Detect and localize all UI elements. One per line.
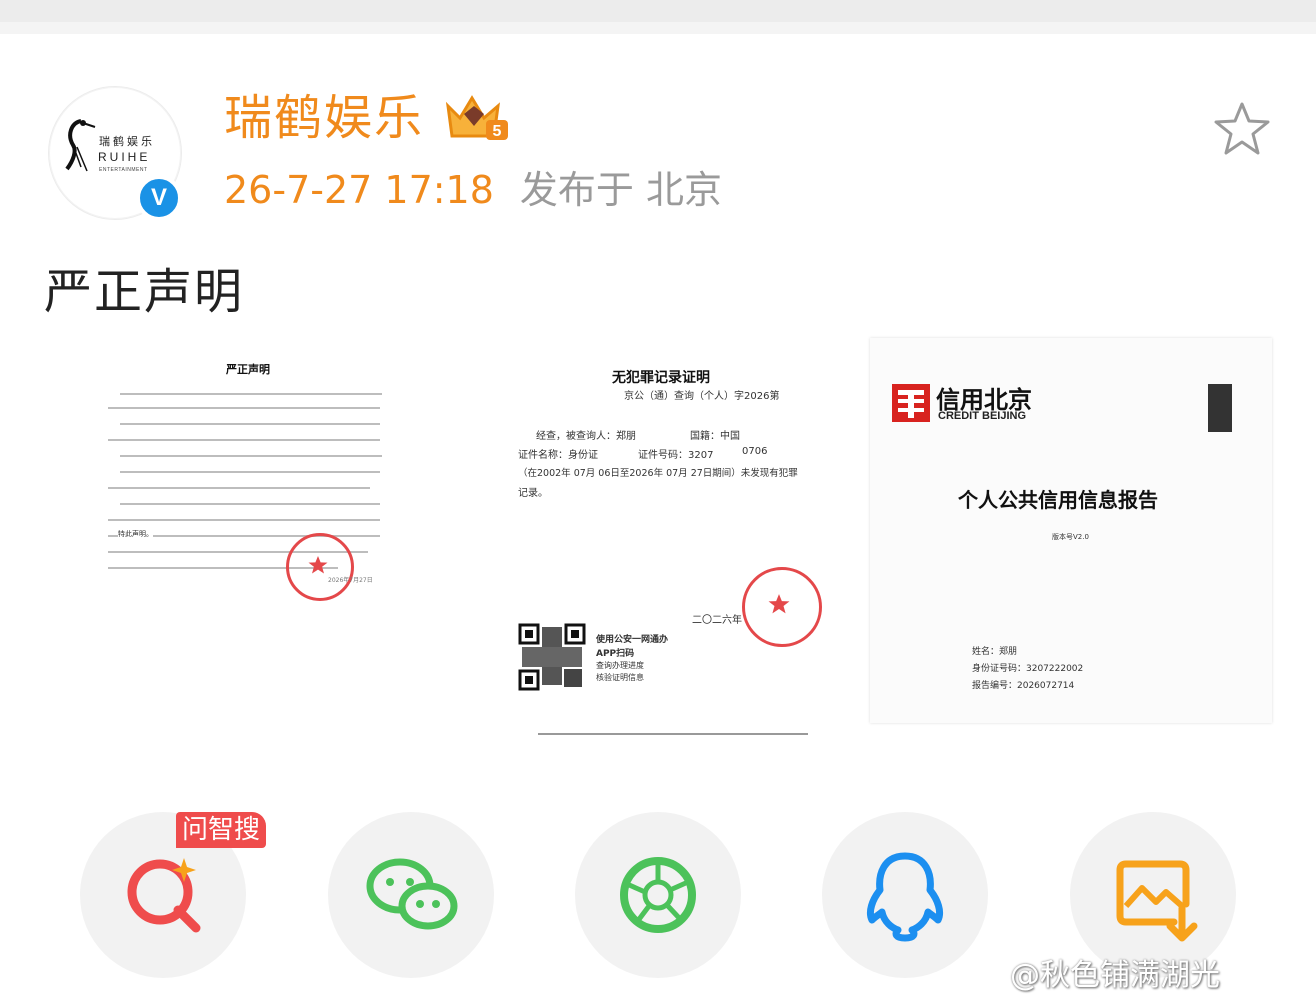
text-line	[108, 519, 380, 521]
qr-line2: APP扫码	[596, 649, 635, 659]
record-nationality: 国籍：中国	[690, 431, 740, 442]
record-line3: （在2002年 07月 06日至2026年 07月 27日期间）未发现有犯罪	[518, 468, 798, 479]
text-line	[120, 393, 382, 395]
post-title: 严正声明	[44, 264, 245, 320]
crown-level-icon[interactable]: 5	[442, 92, 512, 144]
credit-name: 姓名：郑朋	[972, 647, 1018, 657]
avatar-logo-cn: 瑞鹤娱乐	[99, 135, 155, 148]
footnote-line	[538, 733, 808, 735]
record-line2: 证件名称：身份证	[518, 450, 598, 461]
text-line	[120, 423, 380, 425]
image-no-criminal-record[interactable]: 无犯罪记录证明 京公（通）查询（个人）字2026第 经查，被查询人：郑朋 国籍：…	[510, 345, 840, 740]
credit-id: 身份证号码：3207222002	[972, 664, 1084, 674]
username[interactable]: 瑞鹤娱乐	[224, 88, 424, 148]
crane-logo-icon	[65, 119, 96, 172]
credit-brand-en: CREDIT BEIJING	[938, 410, 1027, 422]
qq-icon	[866, 852, 944, 942]
record-ref: 京公（通）查询（个人）字2026第	[624, 391, 780, 402]
credit-heading: 个人公共信用信息报告	[958, 488, 1158, 512]
top-bar	[0, 0, 1316, 34]
seal-star-icon	[308, 556, 328, 574]
record-line1: 经查，被查询人：郑朋	[536, 431, 636, 442]
text-line	[108, 487, 370, 489]
credit-version: 版本号V2.0	[1052, 533, 1089, 541]
record-heading: 无犯罪记录证明	[612, 370, 710, 386]
statement-date: 2026年7月27日	[328, 577, 373, 584]
text-line	[120, 503, 380, 505]
record-line4: 记录。	[518, 488, 548, 499]
avatar-logo-en: RUIHE	[98, 150, 151, 164]
wechat-icon	[366, 858, 458, 930]
watermark: @秋色铺满湖光	[1010, 958, 1220, 993]
record-date: 二〇二六年	[692, 615, 742, 626]
smart-search-tag: 问智搜	[176, 812, 267, 848]
qr-line1: 使用公安一网通办	[596, 635, 669, 645]
qr-code-icon	[518, 623, 586, 691]
verified-icon: V	[136, 175, 182, 221]
qq-share-button[interactable]	[822, 812, 988, 978]
post-meta: 26-7-27 17:18 发布于 北京	[224, 166, 722, 214]
moments-icon	[620, 857, 696, 933]
wechat-share-button[interactable]	[328, 812, 494, 978]
post-time: 26-7-27 17:18	[224, 168, 494, 212]
police-seal-star-icon	[768, 594, 790, 614]
text-line	[108, 407, 380, 409]
moments-share-button[interactable]	[575, 812, 741, 978]
statement-heading: 严正声明	[226, 363, 270, 376]
text-line	[120, 455, 382, 457]
blurred-photo	[1208, 384, 1232, 432]
favorite-star-icon[interactable]	[1212, 100, 1272, 158]
record-idno: 证件号码：3207	[638, 450, 714, 461]
level-number: 5	[493, 123, 502, 140]
credit-beijing-logo-icon	[892, 384, 930, 422]
qr-line4: 核验证明信息	[596, 673, 644, 682]
text-line	[120, 471, 380, 473]
image-credit-report[interactable]: 信用北京 CREDIT BEIJING 个人公共信用信息报告 版本号V2.0 姓…	[870, 338, 1272, 723]
avatar-logo-sub: ENTERTAINMENT	[99, 167, 148, 173]
qr-line3: 查询办理进度	[596, 661, 644, 670]
post-location: 发布于 北京	[519, 168, 722, 212]
credit-report-no: 报告编号：2026072714	[972, 681, 1075, 691]
image-statement[interactable]: 严正声明 特此声明。 2026年7月27日	[98, 345, 396, 605]
statement-closing: 特此声明。	[118, 529, 153, 539]
record-idno-tail: 0706	[742, 446, 768, 457]
text-line	[108, 439, 380, 441]
